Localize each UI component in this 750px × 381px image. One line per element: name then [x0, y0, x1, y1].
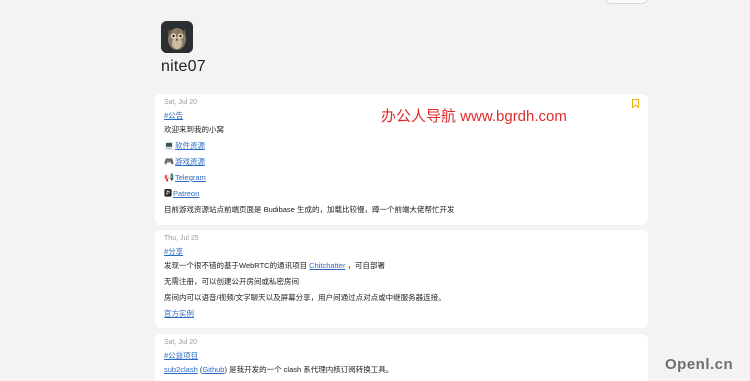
post-hashtag[interactable]: #公益项目 [164, 350, 639, 361]
post-text-segment: 是我开发的一个 clash 系代理内核订阅转换工具。 [229, 365, 394, 374]
chitchatter-link[interactable]: Chitchatter [309, 261, 345, 270]
post-text: 房间内可以语音/视频/文字聊天以及屏幕分享，用户间通过点对点或中继服务器连接。 [164, 293, 446, 302]
post-text: 目前游戏资源站点前端页面是 Budibase 生成的，加载比较慢，蹲一个前端大佬… [164, 205, 455, 214]
avatar[interactable] [161, 21, 193, 53]
post-card: Thu, Jul 25 #分享 发现一个很不错的基于WebRTC的通讯项目 Ch… [155, 230, 648, 328]
post-date: Thu, Jul 25 [164, 235, 199, 242]
post-date: Sat, Jul 20 [164, 339, 198, 346]
post-hashtag[interactable]: #分享 [164, 246, 639, 257]
patreon-icon: 🅿 [164, 189, 172, 198]
post-text: 无需注册，可以创建公开房间或私密房间 [164, 277, 299, 286]
post-link-row: 💻软件资源 [164, 140, 639, 151]
gamepad-icon: 🎮 [164, 157, 174, 166]
channel-name[interactable]: nite07 [161, 58, 206, 76]
post-link-row: 官方实例 [164, 308, 639, 319]
patreon-link[interactable]: Patreon [173, 189, 199, 198]
post-link-row: 🅿Patreon [164, 188, 639, 199]
github-link[interactable]: Github [202, 365, 224, 374]
watermark-text: Openl.cn [665, 356, 734, 373]
telegram-link[interactable]: Telegram [175, 173, 206, 182]
post-text-segment: 发现一个很不错的基于WebRTC的通讯项目 [164, 261, 308, 270]
post-card: Sat, Jul 20 #公益项目 sub2clash (Github) 是我开… [155, 334, 648, 381]
post-link-row: 📢Telegram [164, 172, 639, 183]
post-link-row: 🎮游戏资源 [164, 156, 639, 167]
sub2clash-link[interactable]: sub2clash [164, 365, 198, 374]
post-text-segment: ，可自部署 [347, 261, 386, 270]
post-text: sub2clash (Github) 是我开发的一个 clash 系代理内核订阅… [164, 364, 639, 375]
megaphone-icon: 📢 [164, 173, 174, 182]
bookmark-icon[interactable] [632, 99, 639, 110]
games-link[interactable]: 游戏资源 [175, 157, 205, 166]
laptop-icon: 💻 [164, 141, 174, 150]
owl-avatar-icon [161, 21, 193, 53]
post-text: 发现一个很不错的基于WebRTC的通讯项目 Chitchatter ，可自部署 [164, 260, 639, 271]
overlay-banner-text: 办公人导航 www.bgrdh.com [381, 108, 567, 125]
paren-close: ) [224, 365, 227, 374]
software-link[interactable]: 软件资源 [175, 141, 205, 150]
official-instance-link[interactable]: 官方实例 [164, 309, 194, 318]
top-toggle-button[interactable] [605, 0, 648, 4]
